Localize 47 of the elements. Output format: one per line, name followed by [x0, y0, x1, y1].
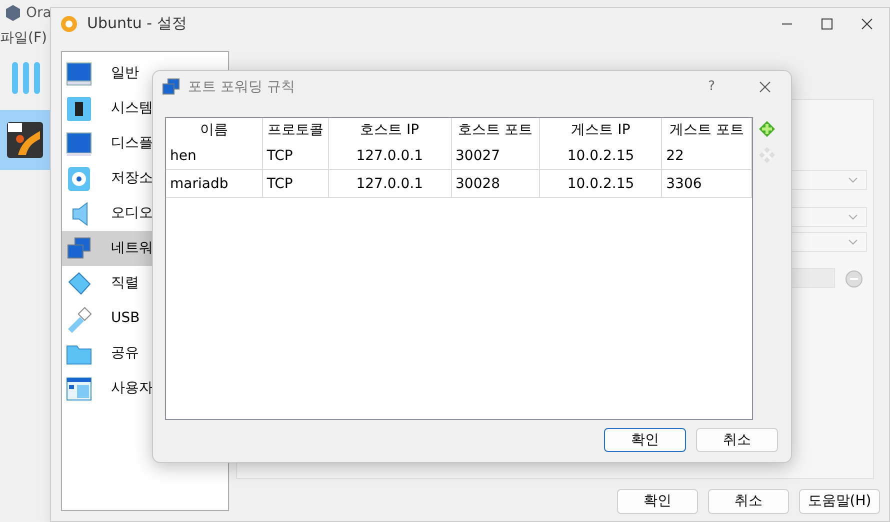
- sidebar-item[interactable]: 사용자: [62, 371, 228, 406]
- column-header[interactable]: 게스트 포트: [662, 118, 752, 142]
- help-button[interactable]: ?: [708, 77, 715, 97]
- maximize-icon[interactable]: [821, 18, 833, 30]
- column-header[interactable]: 이름: [166, 118, 263, 142]
- table-cell: 10.0.2.15: [540, 170, 662, 197]
- column-header[interactable]: 호스트 포트: [452, 118, 540, 142]
- dialog-button[interactable]: 확인: [617, 489, 698, 514]
- dialog-button[interactable]: 취소: [708, 489, 789, 514]
- dialog-button[interactable]: 취소: [696, 428, 778, 452]
- sidebar-item[interactable]: 직렬: [62, 266, 228, 301]
- dialog-button[interactable]: 도움말(H): [799, 489, 880, 514]
- column-header[interactable]: 프로토콜: [262, 118, 329, 142]
- menu-item[interactable]: 파일(F): [0, 28, 47, 49]
- table-cell: 3306: [662, 170, 752, 197]
- monitor-icon: [65, 60, 93, 88]
- window-title: Ora: [26, 4, 52, 22]
- column-header[interactable]: 게스트 IP: [540, 118, 662, 142]
- chevron-icon: [848, 239, 858, 245]
- chevron-icon: [848, 177, 858, 183]
- sidebar-item[interactable]: 오디오: [62, 196, 228, 231]
- table-cell: 127.0.0.1: [328, 142, 452, 169]
- cube-logo-icon: [4, 4, 22, 22]
- chip-icon: [65, 94, 93, 122]
- table-cell: 30028: [452, 170, 540, 197]
- window-layout-icon: [65, 374, 93, 402]
- table-cell: TCP: [262, 170, 329, 197]
- column-header[interactable]: 호스트 IP: [328, 118, 452, 142]
- sidebar-item[interactable]: 공유: [62, 336, 228, 371]
- close-icon[interactable]: [861, 18, 873, 30]
- os-logo-icon: [6, 121, 44, 159]
- table-cell: 30027: [452, 142, 540, 169]
- network-icon: [162, 78, 180, 96]
- vm-list-item[interactable]: [0, 110, 50, 170]
- chevron-icon: [848, 214, 858, 220]
- sidebar-item[interactable]: USB: [62, 301, 228, 336]
- table-cell: hen: [166, 142, 263, 169]
- table-cell: 22: [662, 142, 752, 169]
- table-cell: 127.0.0.1: [328, 170, 452, 197]
- table-cell: mariadb: [166, 170, 263, 197]
- close-icon[interactable]: [759, 81, 771, 93]
- dialog-title: 포트 포워딩 규칙: [188, 78, 295, 96]
- dialog-button[interactable]: 확인: [604, 428, 686, 452]
- monitor-icon: [65, 130, 93, 158]
- window-title: Ubuntu - 설정: [87, 13, 187, 34]
- table-cell: 10.0.2.15: [540, 142, 662, 169]
- table-cell: TCP: [262, 142, 329, 169]
